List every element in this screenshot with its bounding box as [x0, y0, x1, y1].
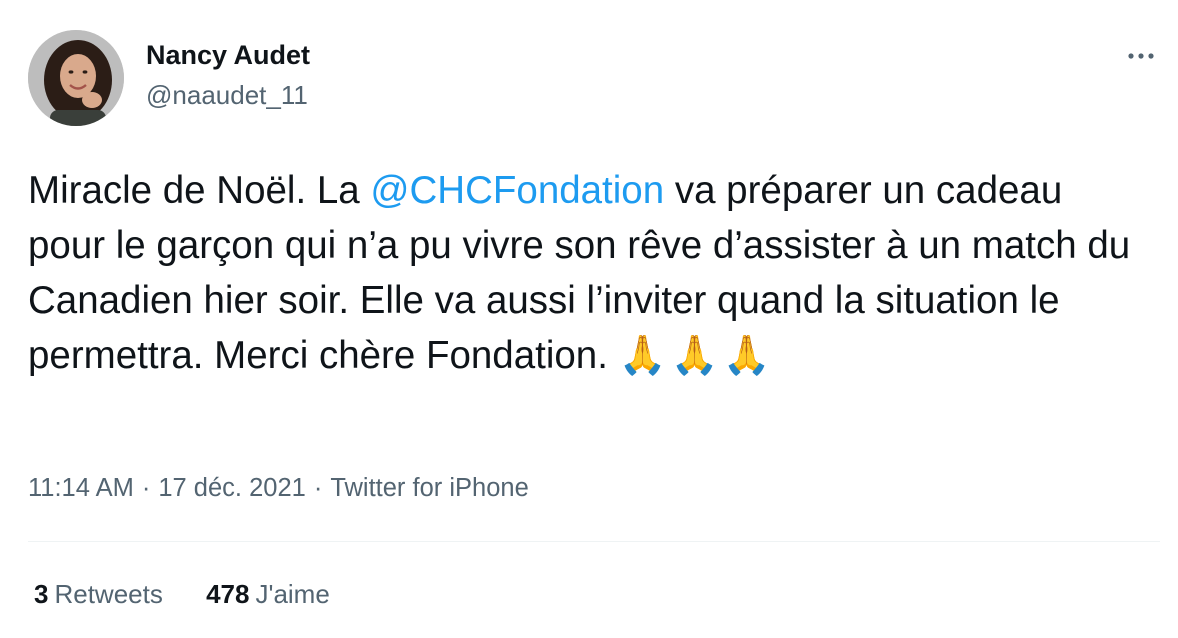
likes-label: J'aime [255, 579, 330, 609]
retweets-stat[interactable]: 3 Retweets [34, 579, 163, 609]
avatar[interactable] [28, 30, 124, 126]
tweet-text: Miracle de Noël. La @CHCFondation va pré… [28, 163, 1138, 383]
user-name[interactable]: Nancy Audet [146, 40, 310, 71]
tweet-meta: 11:14 AM · 17 déc. 2021 · Twitter for iPhone [28, 474, 529, 503]
user-handle[interactable]: @naaudet_11 [146, 80, 308, 111]
tweet-source[interactable]: Twitter for iPhone [330, 474, 528, 502]
retweets-label: Retweets [54, 579, 163, 609]
mention-link[interactable]: @CHCFondation [370, 169, 664, 212]
more-horizontal-icon [1128, 53, 1154, 59]
tweet-card: Nancy Audet @naaudet_11 Miracle de Noël.… [0, 0, 1178, 638]
avatar-image [28, 30, 124, 126]
tweet-time[interactable]: 11:14 AM [28, 474, 134, 502]
likes-stat[interactable]: 478 J'aime [206, 579, 330, 609]
retweets-count: 3 [34, 579, 49, 609]
folded-hands-emoji: 🙏🙏🙏 [618, 333, 775, 378]
divider [28, 541, 1160, 542]
engagement-stats: 3 Retweets 478 J'aime [34, 579, 366, 610]
likes-count: 478 [206, 579, 250, 609]
tweet-text-start: Miracle de Noël. La [28, 169, 371, 212]
more-options-button[interactable] [1124, 44, 1158, 68]
meta-separator: · [313, 474, 323, 502]
meta-separator: · [141, 474, 151, 502]
tweet-date[interactable]: 17 déc. 2021 [158, 474, 305, 502]
